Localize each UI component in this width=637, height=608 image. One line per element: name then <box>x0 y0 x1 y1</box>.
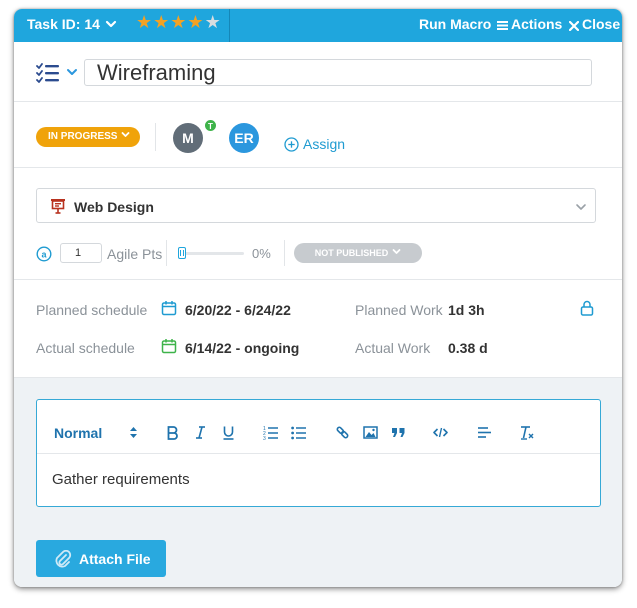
description-editor: Normal 1 2 3 Gather requirements <box>36 399 601 507</box>
actions-label: Actions <box>511 16 563 32</box>
format-dropdown[interactable]: Normal <box>54 425 102 441</box>
status-assignee-row: IN PROGRESS M T ER Assign <box>14 102 622 168</box>
underline-icon[interactable] <box>221 425 236 440</box>
task-type-chevron-down-icon[interactable] <box>66 66 78 78</box>
avatar-role-badge: T <box>204 119 217 132</box>
calendar-icon[interactable] <box>161 338 177 354</box>
actual-work-value[interactable]: 0.38 d <box>448 340 488 356</box>
hamburger-menu-icon <box>497 21 508 30</box>
progress-divider <box>284 240 285 266</box>
run-macro-button[interactable]: Run Macro <box>419 16 491 32</box>
planned-schedule-label: Planned schedule <box>36 302 148 318</box>
svg-text:a: a <box>41 249 47 259</box>
blockquote-icon[interactable] <box>391 425 406 440</box>
bold-icon[interactable] <box>165 425 180 440</box>
task-id-section: Task ID: 14 ★ ★ ★ ★ ★ <box>14 9 230 42</box>
assign-button[interactable]: Assign <box>284 136 345 152</box>
agile-row: a Agile Pts 0% NOT PUBLISHED <box>36 240 596 270</box>
publish-chevron-down-icon <box>392 249 401 254</box>
progress-track <box>178 252 244 255</box>
task-title-input[interactable] <box>84 59 592 86</box>
image-icon[interactable] <box>363 425 378 440</box>
rating-star-icon[interactable]: ★ <box>170 13 186 31</box>
attach-file-button[interactable]: Attach File <box>36 540 166 577</box>
close-icon <box>569 21 579 31</box>
paperclip-icon <box>55 550 72 568</box>
schedule-section: Planned schedule 6/20/22 - 6/24/22 Plann… <box>14 280 622 377</box>
status-label: IN PROGRESS <box>48 131 118 142</box>
close-label: Close <box>582 16 621 32</box>
planned-schedule-value[interactable]: 6/20/22 - 6/24/22 <box>185 302 291 318</box>
description-text[interactable]: Gather requirements <box>52 471 190 488</box>
ordered-list-icon[interactable]: 1 2 3 <box>263 425 278 440</box>
code-icon[interactable] <box>433 425 448 440</box>
rating-star-icon[interactable]: ★ <box>187 13 203 31</box>
presentation-board-icon <box>51 199 65 214</box>
actual-schedule-label: Actual schedule <box>36 340 135 356</box>
rating-star-icon[interactable]: ★ <box>136 13 152 31</box>
agile-points-icon: a <box>36 246 52 262</box>
project-section: Web Design a Agile Pts 0% NOT PUBLISHED <box>14 168 622 280</box>
avatar[interactable]: ER <box>229 123 259 153</box>
actual-work-label: Actual Work <box>355 340 431 356</box>
avatar[interactable]: M <box>173 123 203 153</box>
agile-divider <box>166 240 167 266</box>
task-header-bar: Task ID: 14 ★ ★ ★ ★ ★ Run Macro Actions Clos… <box>14 9 622 42</box>
rating-star-icon[interactable]: ★ <box>205 13 221 31</box>
title-row <box>14 42 622 102</box>
planned-work-label: Planned Work <box>355 302 443 318</box>
agile-points-input[interactable] <box>60 243 102 263</box>
status-dropdown[interactable]: IN PROGRESS <box>36 127 141 147</box>
project-chevron-down-icon <box>576 204 586 210</box>
svg-text:3: 3 <box>263 436 266 440</box>
add-circle-icon <box>284 137 299 152</box>
editor-toolbar: Normal 1 2 3 <box>37 400 600 454</box>
task-id-label[interactable]: Task ID: 14 <box>27 16 100 32</box>
project-dropdown[interactable]: Web Design <box>36 188 596 223</box>
progress-slider-handle[interactable] <box>178 247 186 259</box>
description-section: Normal 1 2 3 Gather requirements Attach … <box>14 377 622 587</box>
close-button[interactable]: Close <box>569 16 620 32</box>
agile-points-label: Agile Pts <box>107 246 163 262</box>
task-detail-card: Task ID: 14 ★ ★ ★ ★ ★ Run Macro Actions Clos… <box>14 9 622 587</box>
italic-icon[interactable] <box>193 425 208 440</box>
planned-work-value[interactable]: 1d 3h <box>448 302 485 318</box>
calendar-icon[interactable] <box>161 300 177 316</box>
priority-rating[interactable]: ★ ★ ★ ★ ★ <box>136 13 221 31</box>
rating-star-icon[interactable]: ★ <box>153 13 169 31</box>
bullet-list-icon[interactable] <box>291 425 306 440</box>
project-name: Web Design <box>74 199 154 215</box>
align-left-icon[interactable] <box>477 425 492 440</box>
clear-formatting-icon[interactable] <box>519 425 534 440</box>
attach-file-label: Attach File <box>79 551 151 567</box>
status-chevron-down-icon <box>122 132 130 137</box>
assign-label: Assign <box>303 136 346 152</box>
progress-percent: 0% <box>252 246 271 261</box>
format-updown-icon[interactable] <box>126 425 141 440</box>
publish-status-dropdown[interactable]: NOT PUBLISHED <box>294 243 422 263</box>
link-icon[interactable] <box>335 425 350 440</box>
actual-schedule-value[interactable]: 6/14/22 - ongoing <box>185 340 299 356</box>
task-type-checklist-icon[interactable] <box>36 62 62 84</box>
actions-menu-button[interactable]: Actions <box>497 16 562 32</box>
lock-icon[interactable] <box>580 300 594 316</box>
status-divider <box>155 123 156 151</box>
publish-status-label: NOT PUBLISHED <box>314 248 389 258</box>
task-id-chevron-down-icon[interactable] <box>104 17 118 31</box>
